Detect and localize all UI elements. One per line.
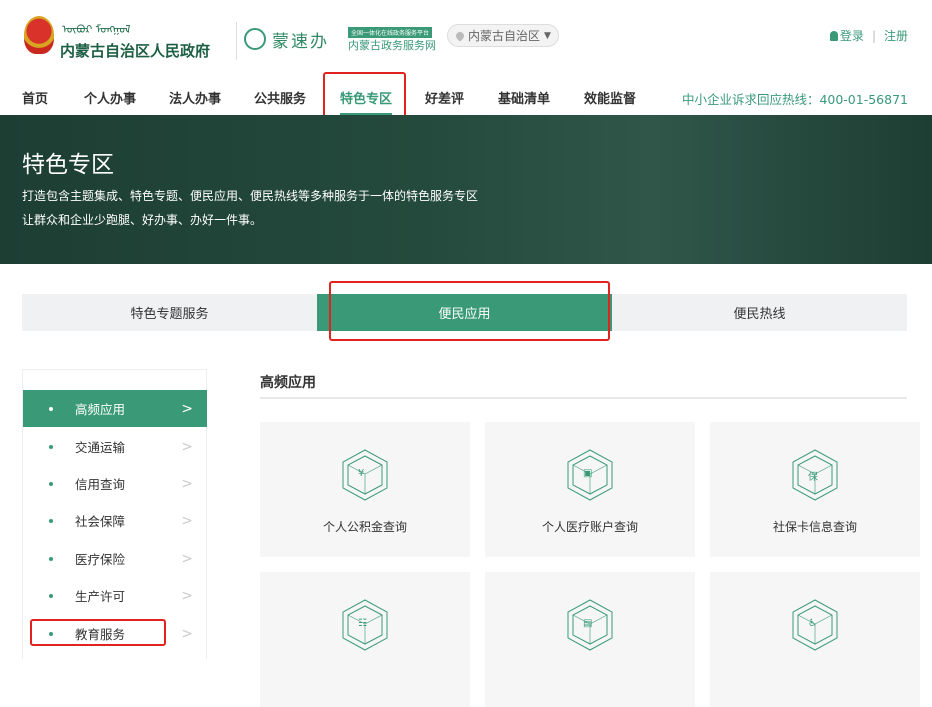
sidebar-item-medical-insurance[interactable]: 医疗保险 >	[23, 540, 207, 577]
app-card[interactable]: ♿	[710, 572, 920, 707]
nav-supervision[interactable]: 效能监督	[584, 88, 636, 107]
gov-name-logo[interactable]: 内蒙古自治区人民政府	[60, 40, 210, 61]
elderly-icon: ♿	[792, 599, 838, 651]
nav-personal[interactable]: 个人办事	[84, 88, 136, 107]
app-card[interactable]: ¥ 个人公积金查询	[260, 422, 470, 557]
sidebar-item-social-security[interactable]: 社会保障 >	[23, 502, 207, 539]
id-card-user-icon: ☷	[342, 599, 388, 651]
nav-rating[interactable]: 好差评	[425, 88, 464, 107]
sidebar-item-label: 生产许可	[75, 589, 126, 604]
gov-mongolian-text: ᠥᠪᠦᠷ ᠮᠣᠩᠭᠣᠯ	[62, 23, 131, 36]
sidebar-item-credit[interactable]: 信用查询 >	[23, 465, 207, 502]
sidebar-item-transport[interactable]: 交通运输 >	[23, 428, 207, 465]
nav-basic-list[interactable]: 基础清单	[498, 88, 550, 107]
bullet-icon	[49, 593, 53, 598]
tab-hotlines[interactable]: 便民热线	[612, 294, 907, 331]
sidebar-item-label: 交通运输	[75, 440, 126, 455]
chevron-right-icon: >	[181, 512, 193, 529]
sidebar-item-production-permit[interactable]: 生产许可 >	[23, 577, 207, 614]
bullet-icon	[49, 518, 53, 523]
highlight-box-nav	[323, 72, 406, 118]
app-card-label: 个人医疗账户查询	[541, 520, 638, 534]
house-yuan-icon: ¥	[342, 449, 388, 501]
caret-down-icon: ▼	[544, 30, 551, 41]
sidebar-item-label: 高频应用	[75, 402, 126, 417]
chevron-right-icon: >	[181, 587, 193, 604]
banner-description: 打造包含主题集成、特色专题、便民应用、便民热线等多种服务于一体的特色服务专区	[22, 189, 479, 203]
sidebar-item-high-frequency[interactable]: 高频应用 >	[23, 390, 207, 427]
tab-featured-topics[interactable]: 特色专题服务	[22, 294, 317, 331]
card-shield-icon: ▤	[567, 599, 613, 651]
wallet-icon: ▣	[567, 449, 613, 501]
sidebar-item-label: 医疗保险	[75, 552, 126, 567]
highlight-box-tab	[329, 281, 610, 341]
highlight-box-sidebar	[30, 619, 166, 646]
bullet-icon	[49, 481, 53, 486]
sidebar: 高频应用 > 交通运输 > 信用查询 > 社会保障 > 医疗保险 > 生产许可 > 教育服务…	[22, 369, 207, 659]
banner-description-2: 让群众和企业少跑腿、好办事、办好一件事。	[22, 213, 263, 227]
chevron-right-icon: >	[181, 550, 193, 567]
chevron-right-icon: >	[181, 438, 193, 455]
chevron-right-icon: >	[181, 400, 193, 417]
region-selector[interactable]: 内蒙古自治区 ▼	[447, 24, 559, 47]
service-logo-icon	[244, 28, 266, 50]
bullet-icon	[49, 556, 53, 561]
service-name[interactable]: 蒙速办	[272, 27, 329, 52]
region-label: 内蒙古自治区	[468, 29, 541, 43]
app-card-label: 个人公积金查询	[322, 520, 407, 534]
bullet-icon	[49, 406, 53, 411]
auth-links: 登录 | 注册	[829, 27, 908, 44]
app-card[interactable]: ▣ 个人医疗账户查询	[485, 422, 695, 557]
chevron-right-icon: >	[181, 625, 193, 642]
sidebar-item-label: 社会保障	[75, 514, 126, 529]
user-icon	[829, 30, 838, 41]
header-divider	[236, 22, 237, 60]
national-emblem-icon	[24, 16, 54, 54]
chevron-right-icon: >	[181, 475, 193, 492]
section-divider	[260, 397, 907, 399]
register-link[interactable]: 注册	[884, 27, 908, 44]
nav-home[interactable]: 首页	[22, 88, 48, 107]
nav-legal-entity[interactable]: 法人办事	[169, 88, 221, 107]
login-link[interactable]: 登录	[840, 27, 864, 44]
shield-icon: 保	[792, 449, 838, 501]
sidebar-item-label: 信用查询	[75, 477, 126, 492]
section-title: 高频应用	[260, 375, 316, 391]
nav-public-service[interactable]: 公共服务	[254, 88, 306, 107]
auth-divider: |	[871, 28, 876, 43]
banner-title: 特色专区	[22, 152, 114, 178]
service-subtitle: 内蒙古政务服务网	[348, 39, 436, 52]
bullet-icon	[49, 444, 53, 449]
app-card[interactable]: ▤	[485, 572, 695, 707]
location-pin-icon	[454, 29, 466, 42]
app-card-label: 社保卡信息查询	[772, 520, 857, 534]
main-nav: 首页 个人办事 法人办事 公共服务 特色专区 好差评 基础清单 效能监督 中小企…	[0, 75, 932, 115]
hotline-text: 中小企业诉求回应热线：400-01-56871	[681, 92, 908, 107]
app-card[interactable]: ☷	[260, 572, 470, 707]
app-card[interactable]: 保社保卡信息查询	[710, 422, 920, 557]
